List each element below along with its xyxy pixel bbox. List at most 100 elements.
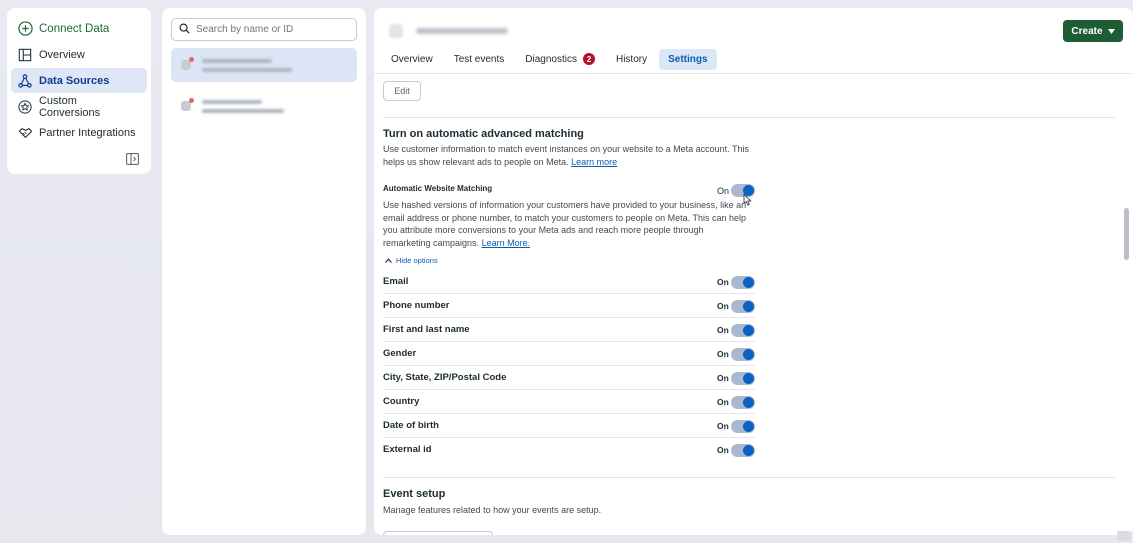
nav-connect-data[interactable]: Connect Data — [11, 16, 147, 41]
pixel-icon — [181, 98, 194, 111]
tab-label: Overview — [391, 53, 433, 65]
nav-item-partner-integrations[interactable]: Partner Integrations — [11, 120, 147, 145]
option-state: On — [717, 421, 729, 431]
search-input[interactable] — [196, 24, 346, 35]
collapse-sidebar-icon[interactable] — [126, 152, 139, 165]
aam-description: Use customer information to match event … — [383, 143, 749, 168]
toggle-knob — [743, 349, 754, 360]
option-state: On — [717, 373, 729, 383]
option-label: Phone number — [383, 300, 450, 311]
awm-description: Use hashed versions of information your … — [383, 199, 746, 249]
divider — [383, 117, 1115, 118]
handshake-icon — [17, 125, 33, 141]
match-option-country: Country On — [383, 390, 755, 414]
hide-options-toggle[interactable]: Hide options — [385, 256, 438, 265]
redacted-text — [202, 99, 284, 113]
option-toggle[interactable] — [731, 324, 755, 337]
toggle-knob — [743, 301, 754, 312]
option-toggle[interactable] — [731, 348, 755, 361]
event-setup-description: Manage features related to how your even… — [383, 505, 602, 515]
layout-icon — [17, 47, 33, 63]
nav-item-data-sources[interactable]: Data Sources — [11, 68, 147, 93]
tab-history[interactable]: History — [607, 49, 656, 70]
match-option-gender: Gender On — [383, 342, 755, 366]
aam-desc-line: helps us show relevant ads to people on … — [383, 156, 569, 167]
create-label: Create — [1071, 25, 1103, 37]
awm-desc-line: you attribute more conversions to your M… — [383, 225, 704, 235]
event-setup-title: Event setup — [383, 488, 446, 500]
nav-item-label: Data Sources — [39, 74, 110, 87]
toggle-knob — [743, 421, 754, 432]
match-option-phone: Phone number On — [383, 294, 755, 318]
toggle-knob — [743, 325, 754, 336]
awm-learn-more-link[interactable]: Learn More. — [482, 238, 531, 248]
option-state: On — [717, 397, 729, 407]
nav-item-label: Custom Conversions — [38, 94, 101, 119]
caret-down-icon — [1107, 26, 1115, 37]
option-label: Email — [383, 276, 409, 287]
edit-button[interactable]: Edit — [383, 81, 421, 101]
option-label: External id — [383, 444, 432, 455]
search-box[interactable] — [171, 18, 357, 41]
diagnostics-badge: 2 — [582, 53, 595, 65]
aam-title: Turn on automatic advanced matching — [383, 128, 584, 140]
aam-desc-line: Use customer information to match event … — [383, 144, 750, 154]
option-toggle[interactable] — [731, 420, 755, 433]
toggle-knob — [743, 277, 754, 288]
option-state: On — [717, 301, 729, 311]
tab-settings[interactable]: Settings — [659, 48, 717, 70]
option-toggle[interactable] — [731, 300, 755, 313]
option-state: On — [717, 325, 729, 335]
search-icon — [179, 21, 190, 39]
awm-desc-line: Use hashed versions of information your … — [383, 200, 747, 210]
option-state: On — [717, 445, 729, 455]
nav-item-custom-conversions[interactable]: Custom Conversions — [11, 94, 147, 119]
plus-circle-icon — [17, 21, 33, 37]
redacted-pixel-name — [416, 28, 508, 34]
hide-options-label: Hide options — [396, 256, 438, 265]
tab-test-events[interactable]: Test events — [445, 49, 514, 70]
option-state: On — [717, 349, 729, 359]
create-button[interactable]: Create — [1063, 20, 1123, 42]
tab-label: Diagnostics — [525, 53, 577, 65]
awm-desc-line: remarketing campaigns. — [383, 237, 480, 248]
match-option-city: City, State, ZIP/Postal Code On — [383, 366, 755, 390]
option-toggle[interactable] — [731, 444, 755, 457]
list-item[interactable] — [171, 89, 357, 123]
pixel-icon — [181, 57, 194, 70]
pixel-avatar-icon — [389, 24, 403, 38]
tab-diagnostics[interactable]: Diagnostics 2 — [516, 48, 604, 70]
tab-bar: Overview Test events Diagnostics 2 Histor… — [382, 48, 717, 70]
event-setup-button[interactable] — [383, 531, 493, 535]
match-option-external-id: External id On — [383, 438, 755, 462]
option-label: Gender — [383, 348, 417, 359]
tab-label: Test events — [453, 53, 505, 65]
nav-connect-label: Connect Data — [39, 22, 110, 35]
left-nav: Connect Data Overview Data Sources Custo… — [7, 8, 151, 174]
list-item[interactable] — [171, 48, 357, 82]
option-label: Country — [383, 396, 420, 407]
option-toggle[interactable] — [731, 276, 755, 289]
tab-label: History — [615, 53, 648, 65]
window-corner-icon — [1117, 531, 1131, 541]
redacted-text — [202, 58, 292, 72]
awm-desc-line: email address or phone number, to match … — [383, 212, 747, 223]
nav-item-label: Overview — [39, 48, 85, 61]
toggle-knob — [743, 397, 754, 408]
match-option-name: First and last name On — [383, 318, 755, 342]
chevron-up-icon — [385, 256, 392, 265]
toggle-knob — [743, 445, 754, 456]
option-label: First and last name — [383, 324, 470, 335]
data-sources-icon — [17, 73, 33, 89]
scrollbar-thumb[interactable] — [1124, 208, 1129, 260]
aam-learn-more-link[interactable]: Learn more — [571, 157, 617, 167]
star-icon — [17, 99, 33, 115]
option-toggle[interactable] — [731, 396, 755, 409]
tab-overview[interactable]: Overview — [382, 49, 442, 70]
main-panel: Create Overview Test events Diagnostics 2… — [374, 8, 1133, 535]
nav-item-overview[interactable]: Overview — [11, 42, 147, 67]
divider — [383, 477, 1115, 478]
option-toggle[interactable] — [731, 372, 755, 385]
nav-item-label: Partner Integrations — [39, 126, 136, 139]
main-header: Create Overview Test events Diagnostics 2… — [374, 8, 1133, 74]
